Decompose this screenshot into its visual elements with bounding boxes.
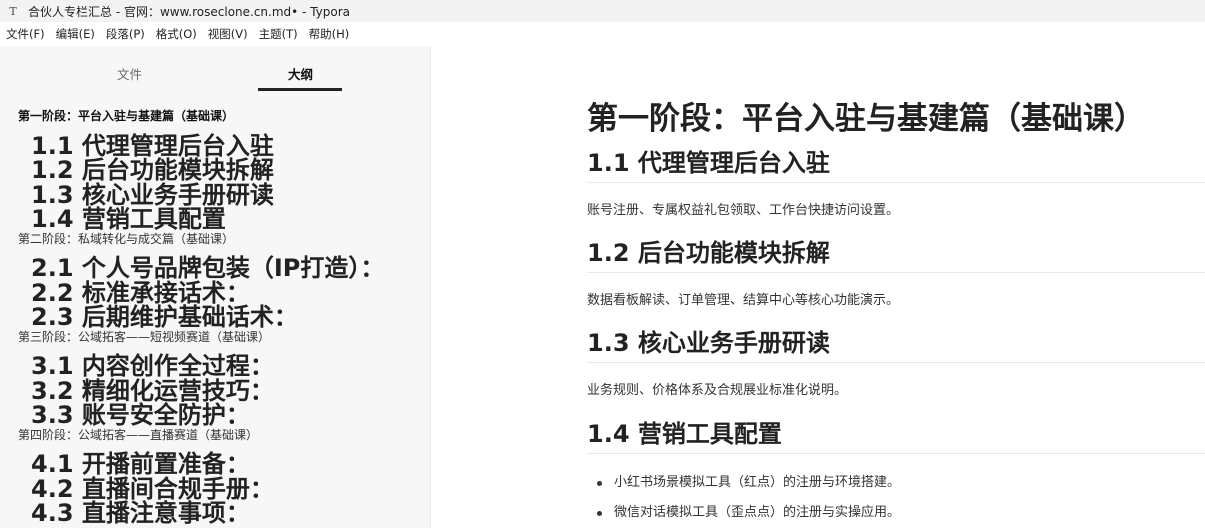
heading-divider xyxy=(587,272,1205,273)
bullet-icon xyxy=(597,510,602,516)
bullet-list: 小红书场景模拟工具（红点）的注册与环境搭建。 微信对话模拟工具（歪点点）的注册与… xyxy=(587,468,1205,528)
outline-item[interactable]: 第二阶段：私域转化与成交篇（基础课） xyxy=(0,227,430,252)
paragraph: 账号注册、专属权益礼包领取、工作台快捷访问设置。 xyxy=(587,203,900,218)
outline-item[interactable]: 第一阶段：平台入驻与基建篇（基础课） xyxy=(0,104,430,129)
outline-item[interactable]: 第四阶段：公域拓客——直播赛道（基础课） xyxy=(0,423,430,448)
list-item-text: 小红书场景模拟工具（红点）的注册与环境搭建。 xyxy=(614,475,901,490)
title-bar: T 合伙人专栏汇总 - 官网：www.roseclone.cn.md• - Ty… xyxy=(0,0,1205,22)
section-1-1: 1.1 代理管理后台入驻 账号注册、专属权益礼包领取、工作台快捷访问设置。 xyxy=(587,146,1205,218)
menu-help[interactable]: 帮助(H) xyxy=(304,26,355,42)
window-title: 合伙人专栏汇总 - 官网：www.roseclone.cn.md• - Typo… xyxy=(28,4,351,19)
heading-2: 1.2 后台功能模块拆解 xyxy=(587,239,830,267)
tab-outline[interactable]: 大纲 xyxy=(288,64,313,83)
sidebar-tabs: 文件 大纲 xyxy=(0,46,430,92)
outline-item[interactable]: 2.1 个人号品牌包装（IP打造）： xyxy=(0,251,430,282)
outline-item[interactable]: 4.1 开播前置准备： xyxy=(0,447,430,478)
typora-app-icon: T xyxy=(9,4,17,18)
heading-divider xyxy=(587,453,1205,454)
outline-item[interactable]: 1.3 核心业务手册研读 xyxy=(0,178,430,209)
outline-item[interactable]: 4.3 直播注意事项： xyxy=(0,496,430,527)
menu-file[interactable]: 文件(F) xyxy=(1,26,50,42)
heading-1: 第一阶段：平台入驻与基建篇（基础课） xyxy=(587,101,1145,137)
outline-item[interactable]: 1.1 代理管理后台入驻 xyxy=(0,129,430,160)
tab-files[interactable]: 文件 xyxy=(117,64,142,83)
active-tab-indicator xyxy=(258,88,342,91)
heading-divider xyxy=(587,182,1205,183)
outline-item[interactable]: 2.3 后期维护基础话术： xyxy=(0,300,430,331)
editor-pane[interactable]: 第一阶段：平台入驻与基建篇（基础课） 1.1 代理管理后台入驻 账号注册、专属权… xyxy=(432,46,1205,528)
paragraph: 业务规则、价格体系及合规展业标准化说明。 xyxy=(587,383,848,398)
heading-2: 1.3 核心业务手册研读 xyxy=(587,329,830,357)
outline-item[interactable]: 3.2 精细化运营技巧： xyxy=(0,374,430,405)
menu-paragraph[interactable]: 段落(P) xyxy=(101,26,150,42)
outline-item[interactable]: 1.4 营销工具配置 xyxy=(0,202,430,233)
section-1-3: 1.3 核心业务手册研读 业务规则、价格体系及合规展业标准化说明。 xyxy=(587,326,1205,398)
outline-item[interactable]: 3.1 内容创作全过程： xyxy=(0,349,430,380)
paragraph: 数据看板解读、订单管理、结算中心等核心功能演示。 xyxy=(587,293,900,308)
outline-list: 第一阶段：平台入驻与基建篇（基础课） 1.1 代理管理后台入驻 1.2 后台功能模块… xyxy=(0,104,430,527)
list-item-text: 微信对话模拟工具（歪点点）的注册与实操应用。 xyxy=(614,505,901,520)
menu-theme[interactable]: 主题(T) xyxy=(254,26,303,42)
menu-bar: 文件(F) 编辑(E) 段落(P) 格式(O) 视图(V) 主题(T) 帮助(H… xyxy=(0,23,1205,45)
outline-item[interactable]: 第三阶段：公域拓客——短视频赛道（基础课） xyxy=(0,325,430,350)
bullet-icon xyxy=(597,480,602,486)
list-item: 微信对话模拟工具（歪点点）的注册与实操应用。 xyxy=(587,498,1205,528)
heading-2: 1.1 代理管理后台入驻 xyxy=(587,149,830,177)
menu-edit[interactable]: 编辑(E) xyxy=(51,26,100,42)
outline-item[interactable]: 4.2 直播间合规手册： xyxy=(0,472,430,503)
sidebar: 文件 大纲 第一阶段：平台入驻与基建篇（基础课） 1.1 代理管理后台入驻 1.2 … xyxy=(0,46,431,528)
outline-item[interactable]: 1.2 后台功能模块拆解 xyxy=(0,153,430,184)
heading-divider xyxy=(587,362,1205,363)
list-item: 小红书场景模拟工具（红点）的注册与环境搭建。 xyxy=(587,468,1205,498)
menu-view[interactable]: 视图(V) xyxy=(203,26,253,42)
outline-item[interactable]: 3.3 账号安全防护： xyxy=(0,398,430,429)
heading-2: 1.4 营销工具配置 xyxy=(587,420,782,448)
section-1-4: 1.4 营销工具配置 小红书场景模拟工具（红点）的注册与环境搭建。 微信对话模拟… xyxy=(587,417,1205,528)
menu-format[interactable]: 格式(O) xyxy=(151,26,202,42)
section-1-2: 1.2 后台功能模块拆解 数据看板解读、订单管理、结算中心等核心功能演示。 xyxy=(587,236,1205,308)
